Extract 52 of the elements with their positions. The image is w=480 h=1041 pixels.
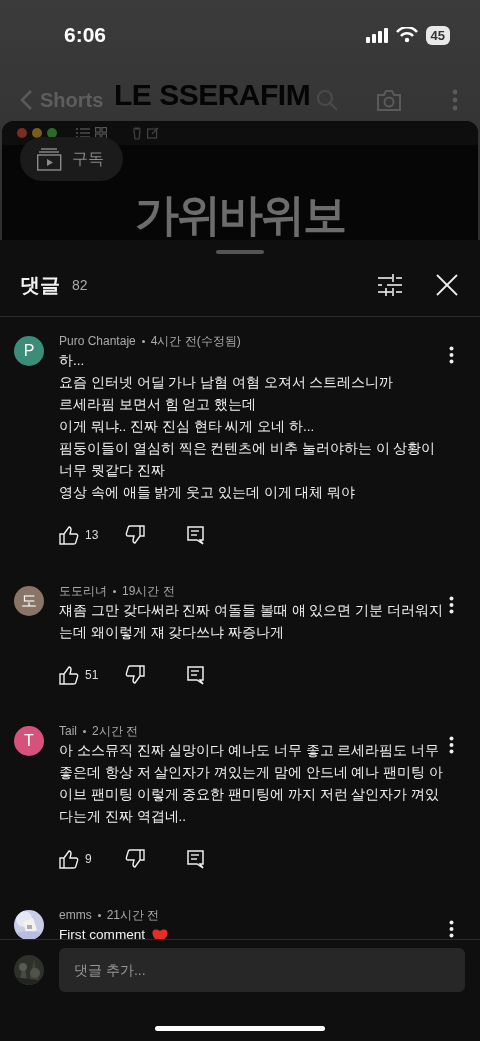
subscribe-button[interactable]: 구독 (20, 137, 123, 181)
more-icon[interactable] (449, 736, 454, 754)
dislike-icon[interactable] (125, 849, 145, 869)
comment-text: 하... 요즘 인터넷 어딜 가나 남혐 여혐 오져서 스트레스니까 르세라핌 보면서 힘 얻고 했는데 이게 뭐냐.. 진짜 진심 현타 씨게 오네 하... 핌둥이들이 열심히 찍은 컨텐츠에 비추 눌러야하는 이 상황이 너무 뭣같다 진짜 영상 속에 애들 밝게 웃고 있는데 이게 대체 뭐야 (59, 352, 437, 502)
comment-text: First comment (59, 926, 146, 939)
separator-dot (83, 729, 86, 733)
video-heading: 가위바위보 (135, 190, 345, 240)
comment-author[interactable]: 도도리녀 (59, 582, 107, 600)
separator-dot (113, 589, 116, 593)
dislike-icon[interactable] (125, 525, 145, 545)
subscriptions-icon (37, 147, 62, 171)
like-count: 9 (85, 852, 93, 866)
comment-input[interactable]: 댓글 추가... (59, 948, 465, 992)
more-icon[interactable] (449, 596, 454, 614)
sheet-title: 댓글 (20, 272, 60, 298)
list-icon (76, 127, 90, 139)
like-icon[interactable] (59, 665, 79, 685)
reply-icon[interactable] (187, 665, 204, 685)
comment-author[interactable]: emms (59, 906, 92, 924)
separator-dot (97, 913, 101, 917)
comment-time: 4시간 전(수정됨) (150, 333, 241, 350)
comment-text: 아 소스뮤직 진짜 실망이다 예나도 너무 좋고 르세라핌도 너무 좋은데 항상 저 살인자가 껴있는게 맘에 안드네 예나 팬미팅 아이브 팬미팅 이렇게 중요한 팬미팅에 까지 저런 살인자가 껴있다는게 진짜 역겹네.. (59, 742, 443, 826)
comment-time: 19시간 전 (122, 583, 175, 600)
filter-icon[interactable] (378, 274, 402, 296)
dislike-icon[interactable] (125, 665, 145, 685)
like-count: 13 (85, 528, 100, 542)
comment-author[interactable]: Puro Chantaje (59, 332, 136, 350)
user-avatar[interactable]: 도 (14, 586, 44, 616)
reply-icon[interactable] (187, 849, 204, 869)
status-time: 6:06 (64, 23, 108, 47)
like-icon[interactable] (59, 525, 79, 545)
close-icon[interactable] (436, 274, 458, 296)
comment-time: 2시간 전 (92, 723, 139, 740)
battery-indicator: 45 (425, 25, 450, 45)
comment-count: 82 (72, 277, 89, 293)
comment-time: 21시간 전 (106, 907, 160, 924)
comment-text: 쟤좀 그만 갖다써라 진짜 여돌들 볼때 얘 있으면 기분 더러워지는데 왜이렇게 쟤 갖다쓰냐 짜증나게 (59, 602, 443, 642)
user-avatar[interactable]: P (14, 336, 44, 366)
more-icon[interactable] (449, 920, 454, 938)
like-icon[interactable] (59, 849, 79, 869)
wifi-icon (395, 27, 418, 43)
drag-handle[interactable] (216, 250, 264, 254)
separator-dot (141, 339, 145, 343)
reply-icon[interactable] (187, 525, 204, 545)
like-count: 51 (85, 668, 100, 682)
comment-author[interactable]: Tail (59, 722, 77, 740)
trash-icon (132, 126, 142, 140)
signal-icon (365, 27, 388, 43)
more-icon[interactable] (449, 346, 454, 364)
user-avatar[interactable]: T (14, 726, 44, 756)
grid-icon (95, 127, 107, 139)
edit-icon (147, 127, 159, 139)
